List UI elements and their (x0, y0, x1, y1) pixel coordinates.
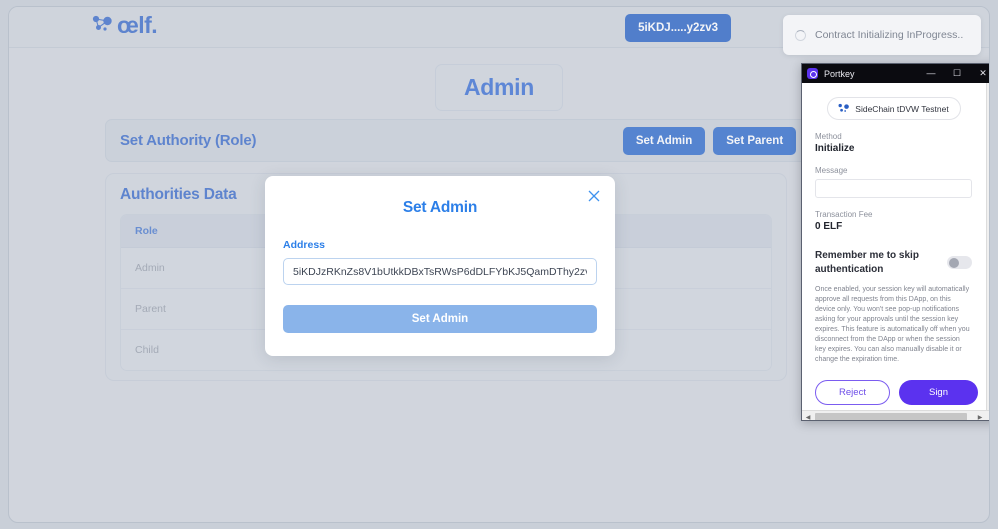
network-label: SideChain tDVW Testnet (855, 103, 949, 114)
window-controls: — ☐ ✕ (918, 64, 989, 83)
horizontal-scroll-thumb[interactable] (815, 413, 967, 420)
transaction-fee-value: 0 ELF (815, 221, 843, 232)
modal-set-admin-submit-button[interactable]: Set Admin (283, 305, 597, 333)
remember-me-row: Remember me to skip authentication (815, 249, 972, 276)
minimize-icon[interactable]: — (918, 64, 944, 83)
modal-title: Set Admin (402, 199, 478, 216)
message-label: Message (815, 166, 848, 175)
portkey-window-title: Portkey (824, 68, 855, 79)
aelf-logo-icon (838, 100, 850, 118)
portkey-content: SideChain tDVW Testnet Method Initialize… (802, 83, 985, 365)
transaction-fee-label: Transaction Fee (815, 210, 873, 219)
vertical-scroll-thumb[interactable] (989, 96, 990, 386)
session-key-disclaimer: Once enabled, your session key will auto… (815, 286, 970, 363)
sign-button[interactable]: Sign (899, 380, 978, 405)
remember-me-toggle[interactable] (947, 256, 972, 269)
portkey-icon (807, 68, 818, 79)
address-input[interactable] (283, 258, 597, 285)
message-value-box (815, 179, 972, 198)
portkey-wallet-window: Portkey — ☐ ✕ SideChain tDVW Testnet Met… (801, 63, 990, 421)
scroll-right-icon[interactable]: ▶ (974, 411, 986, 421)
method-label: Method (815, 132, 842, 141)
remember-me-label: Remember me to skip authentication (815, 250, 919, 275)
set-admin-modal: Set Admin Address Set Admin (265, 176, 615, 356)
address-field-label: Address (283, 239, 326, 251)
portkey-titlebar[interactable]: Portkey — ☐ ✕ (802, 64, 989, 83)
portkey-vertical-scrollbar[interactable]: ▲ ▼ (986, 83, 990, 410)
scroll-up-icon[interactable]: ▲ (987, 83, 989, 95)
reject-button[interactable]: Reject (815, 380, 890, 405)
maximize-icon[interactable]: ☐ (944, 64, 970, 83)
close-icon[interactable]: ✕ (970, 64, 989, 83)
network-selector[interactable]: SideChain tDVW Testnet (826, 97, 961, 120)
portkey-body: SideChain tDVW Testnet Method Initialize… (802, 83, 990, 421)
scroll-left-icon[interactable]: ◀ (802, 411, 814, 421)
portkey-actions: Reject Sign (815, 380, 978, 405)
app-frame: œlf. 5iKDJ.....y2zv3 Contract Initializi… (8, 6, 990, 523)
method-value: Initialize (815, 143, 855, 154)
close-icon[interactable] (585, 187, 603, 205)
portkey-horizontal-scrollbar[interactable]: ◀ ▶ (802, 410, 989, 421)
scroll-down-icon[interactable]: ▼ (987, 398, 989, 410)
